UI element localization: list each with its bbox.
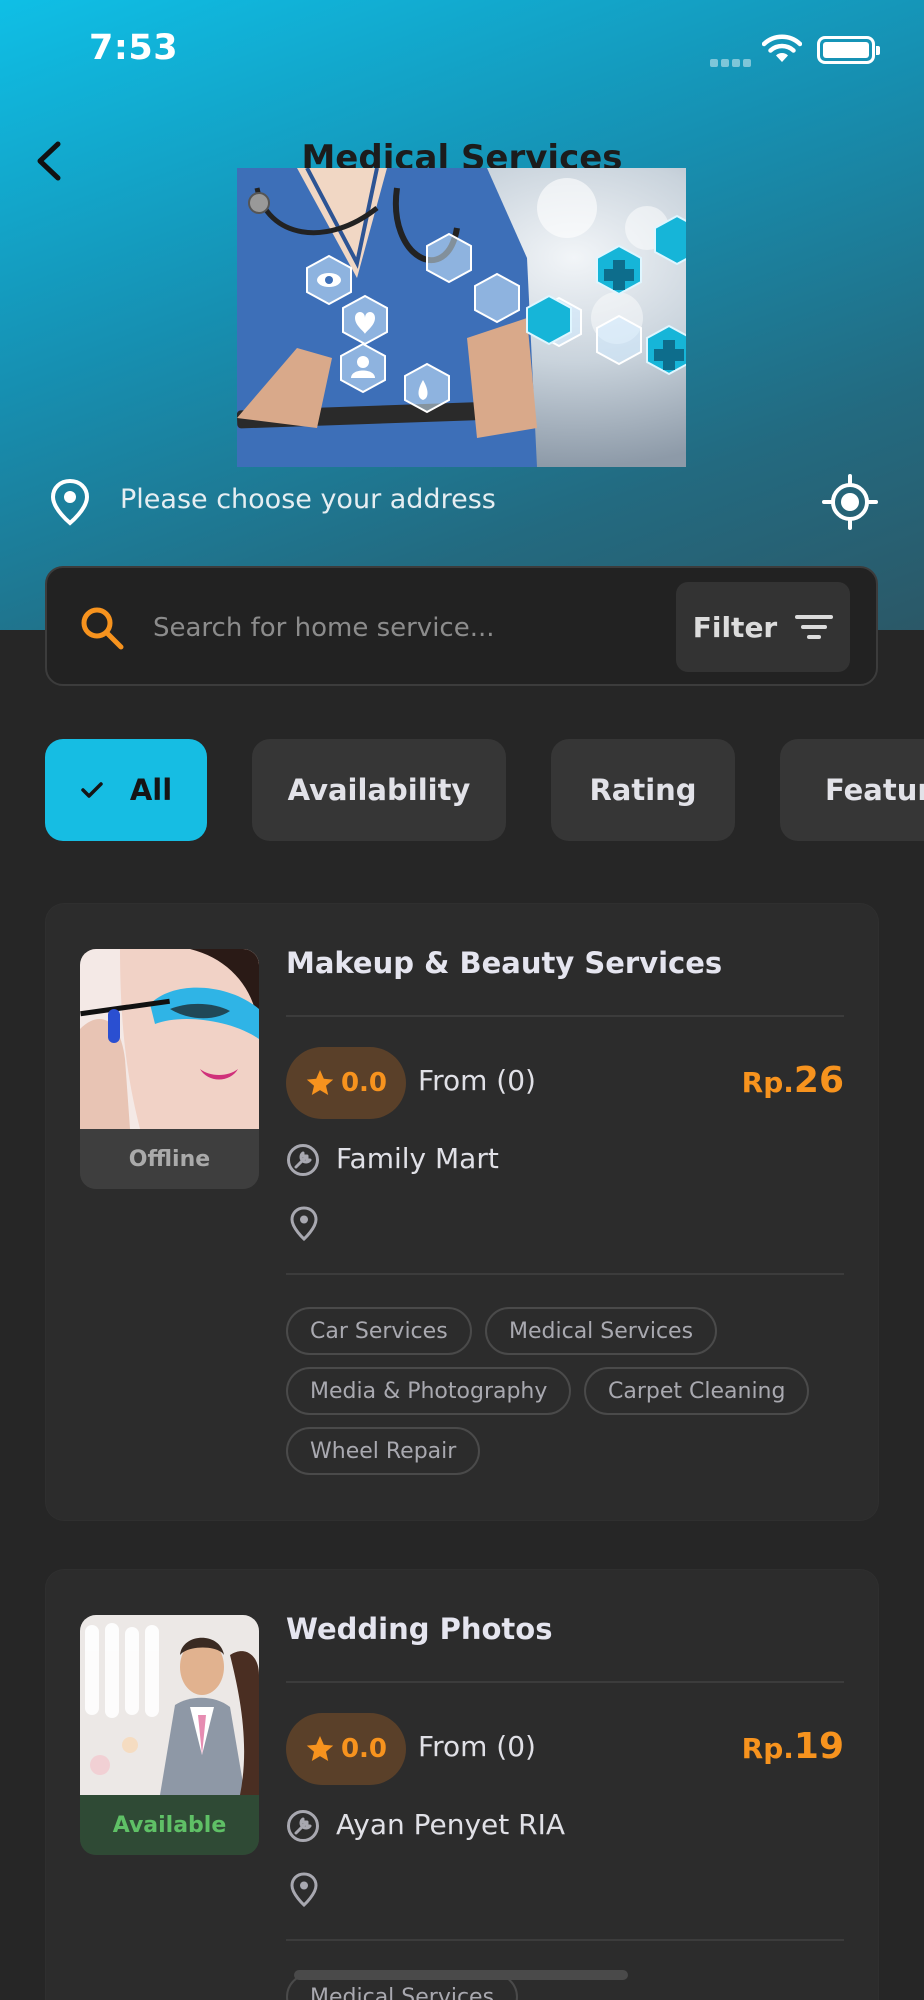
location-icon (290, 1206, 318, 1242)
price: Rp.19 (742, 1726, 844, 1767)
star-icon (306, 1070, 334, 1095)
divider (286, 1273, 844, 1275)
search-icon (81, 607, 124, 650)
filter-chips: All Availability Rating Featured (45, 739, 924, 841)
price-prefix: Rp. (741, 1066, 794, 1099)
service-card[interactable]: Available Wedding Photos 0.0 From (0) Rp… (46, 1570, 878, 2000)
address-placeholder: Please choose your address (120, 484, 496, 515)
location-icon (290, 1872, 318, 1908)
category-banner-image (237, 168, 686, 467)
filter-icon (795, 615, 834, 639)
provider-row: Ayan Penyet RIA (286, 1806, 786, 1846)
divider (286, 1681, 844, 1683)
rating-badge: 0.0 (286, 1047, 406, 1119)
reviews-text: From (0) (418, 1730, 536, 1763)
filter-label: Filter (692, 610, 778, 644)
home-indicator (294, 1970, 628, 1980)
locate-icon[interactable] (822, 474, 878, 530)
category-tag[interactable]: Car Services (286, 1307, 472, 1355)
provider-name: Ayan Penyet RIA (336, 1808, 566, 1841)
category-tag[interactable]: Media & Photography (286, 1367, 572, 1415)
status-badge: Available (80, 1795, 259, 1855)
map-pin-icon (50, 478, 90, 526)
battery-icon (817, 36, 880, 64)
address-selector[interactable]: Please choose your address (48, 474, 878, 530)
service-title: Makeup & Beauty Services (286, 946, 723, 980)
status-badge: Offline (80, 1129, 259, 1189)
provider-row: Family Mart (286, 1140, 786, 1180)
rating-value: 0.0 (340, 1068, 388, 1098)
price-value: 19 (793, 1726, 844, 1767)
chip-featured[interactable]: Featured (780, 739, 924, 841)
filter-button[interactable]: Filter (676, 582, 850, 672)
status-time: 7:53 (89, 28, 179, 68)
category-tag[interactable]: Medical Services (485, 1307, 718, 1355)
price-prefix: Rp. (741, 1732, 794, 1765)
divider (286, 1939, 844, 1941)
service-card[interactable]: Offline Makeup & Beauty Services 0.0 Fro… (46, 904, 878, 1520)
chip-availability[interactable]: Availability (252, 739, 506, 841)
wrench-icon (287, 1810, 319, 1842)
rating-value: 0.0 (340, 1734, 388, 1764)
chip-label: Availability (287, 773, 471, 807)
divider (286, 1015, 844, 1017)
wrench-icon (287, 1144, 319, 1176)
chip-label: Rating (589, 773, 697, 807)
status-bar: 7:53 (0, 0, 924, 100)
category-tag[interactable]: Carpet Cleaning (584, 1367, 810, 1415)
price: Rp.26 (742, 1060, 844, 1101)
search-bar: Filter (45, 566, 878, 686)
provider-name: Family Mart (336, 1142, 499, 1175)
service-thumbnail: Available (80, 1615, 259, 1855)
chip-rating[interactable]: Rating (551, 739, 735, 841)
service-image (80, 1615, 259, 1795)
service-thumbnail: Offline (80, 949, 259, 1189)
price-value: 26 (793, 1060, 844, 1101)
wifi-icon (762, 34, 802, 62)
service-title: Wedding Photos (286, 1612, 553, 1646)
reviews-text: From (0) (418, 1064, 536, 1097)
chip-all[interactable]: All (45, 739, 207, 841)
signal-icon (710, 52, 754, 67)
check-icon (81, 782, 103, 798)
star-icon (306, 1736, 334, 1761)
rating-badge: 0.0 (286, 1713, 406, 1785)
search-input[interactable] (153, 606, 573, 650)
chip-label: All (129, 773, 173, 807)
category-tag[interactable]: Wheel Repair (286, 1427, 481, 1475)
chip-label: Featured (825, 773, 924, 807)
service-image (80, 949, 259, 1129)
